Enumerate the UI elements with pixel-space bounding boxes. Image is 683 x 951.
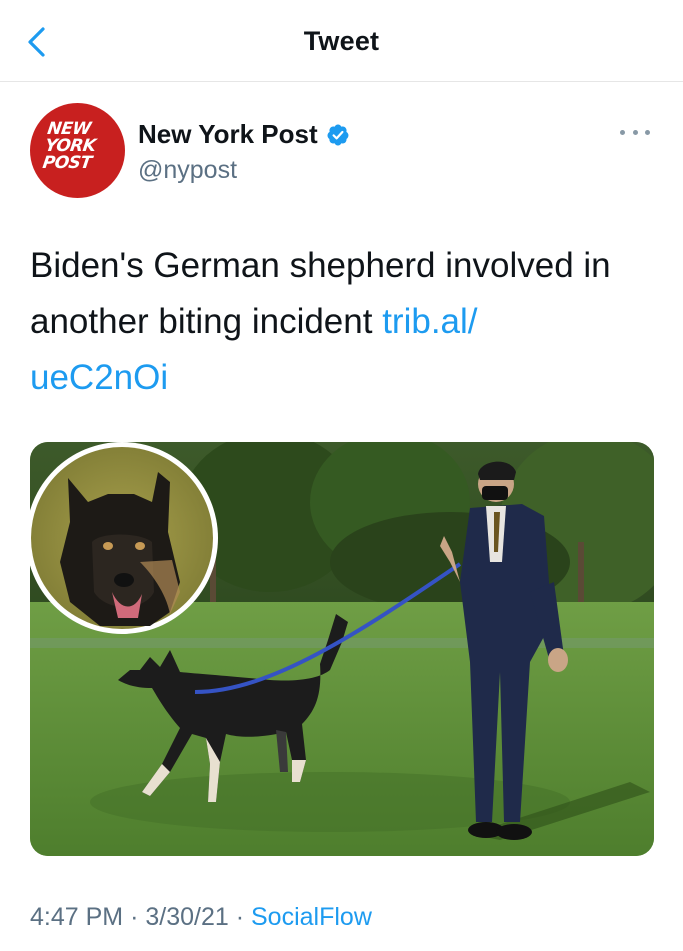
- dot-icon: [632, 129, 638, 135]
- tweet-text: Biden's German shepherd involved in anot…: [30, 246, 611, 341]
- tweet-author: NEW YORK POST New York Post @nypost: [30, 103, 660, 199]
- tweet-detail-screen: Tweet NEW YORK POST New York Post @nypos…: [0, 0, 683, 951]
- dot-icon: [645, 129, 650, 135]
- logo-line-3: POST: [41, 153, 93, 173]
- tweet-meta: 4:47 PM · 3/30/21 · SocialFlow: [30, 903, 372, 932]
- top-bar: Tweet: [0, 0, 683, 82]
- handle[interactable]: @nypost: [138, 156, 350, 185]
- page-title: Tweet: [303, 26, 380, 56]
- dog-portrait-inset: [30, 442, 218, 634]
- tweet-link-part-1: trib.al/: [382, 302, 478, 341]
- verified-badge-icon: [327, 124, 349, 145]
- name-row: New York Post: [138, 119, 350, 150]
- display-name[interactable]: New York Post: [138, 119, 318, 150]
- tweet-body: Biden's German shepherd involved in anot…: [30, 238, 650, 406]
- more-options-button[interactable]: [620, 123, 650, 141]
- meta-separator: ·: [130, 903, 139, 931]
- source-app-link[interactable]: SocialFlow: [251, 903, 372, 931]
- author-names: New York Post @nypost: [138, 119, 350, 185]
- nypost-logo: NEW YORK POST: [41, 119, 118, 173]
- tweet-link-part-2: ueC2nOi: [30, 358, 169, 397]
- photo-dog-and-man-on-lawn: [30, 442, 654, 856]
- tweet-photo[interactable]: [30, 442, 654, 856]
- tweet-date: 3/30/21: [145, 903, 229, 931]
- meta-separator: ·: [235, 903, 245, 931]
- tweet-time: 4:47 PM: [30, 903, 124, 931]
- avatar[interactable]: NEW YORK POST: [30, 103, 125, 198]
- dot-icon: [620, 129, 625, 135]
